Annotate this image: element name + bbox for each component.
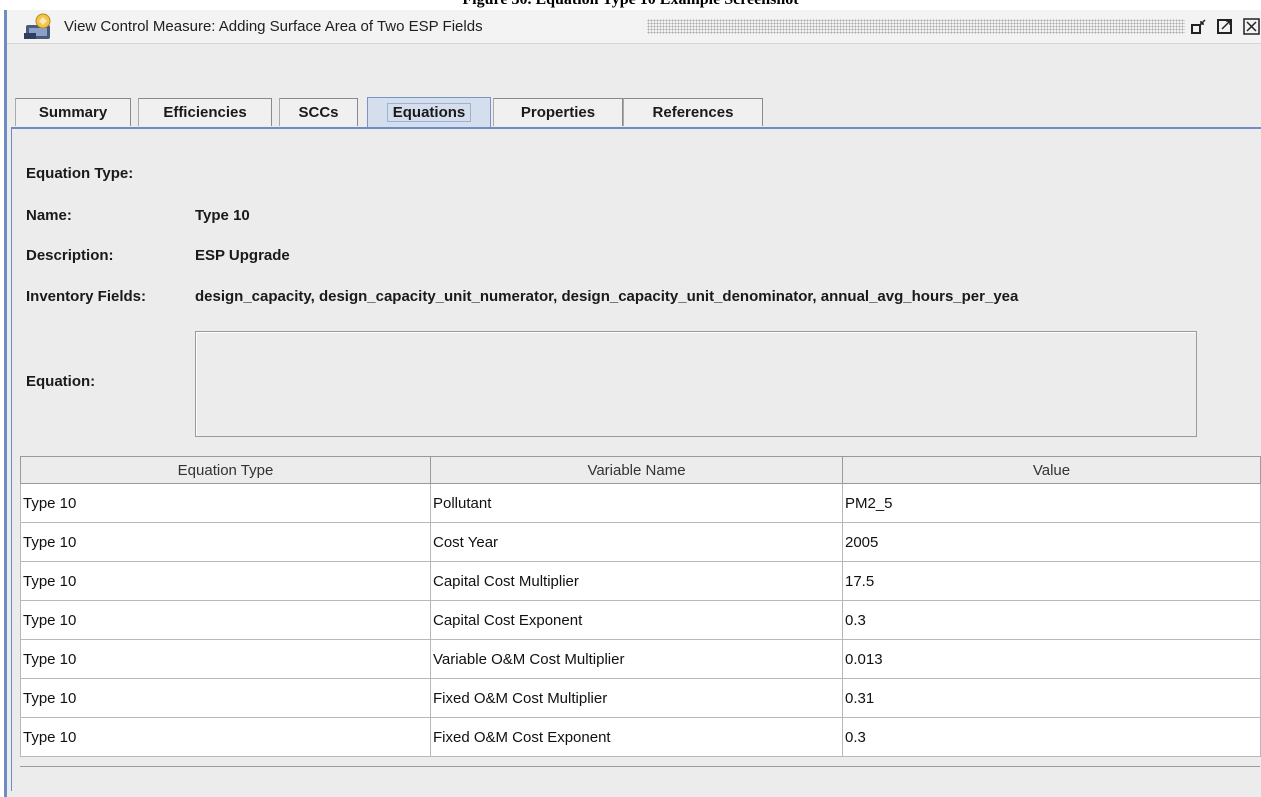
tab-efficiencies[interactable]: Efficiencies [138,98,272,126]
table-header-row: Equation Type Variable Name Value [20,456,1261,484]
title-bar-texture [647,19,1185,34]
description-label: Description: [26,247,114,264]
minimize-icon[interactable] [1190,17,1208,35]
cell-equation-type[interactable]: Type 10 [20,600,431,640]
cell-equation-type[interactable]: Type 10 [20,561,431,601]
cell-variable-name[interactable]: Pollutant [430,483,843,523]
control-measure-window: View Control Measure: Adding Surface Are… [4,10,1261,797]
tab-equations[interactable]: Equations [367,97,491,128]
cell-equation-type[interactable]: Type 10 [20,522,431,562]
column-header-value[interactable]: Value [842,456,1261,484]
table-row[interactable]: Type 10 Capital Cost Exponent 0.3 [20,600,1261,640]
equation-variables-table: Equation Type Variable Name Value Type 1… [20,456,1261,757]
close-icon[interactable] [1243,17,1261,35]
tab-strip: Summary Efficiencies SCCs Equations Prop… [7,97,1261,128]
equation-text-area[interactable] [195,331,1197,437]
figure-caption: Figure 30. Equation Type 10 Example Scre… [0,0,1261,9]
cell-value[interactable]: 17.5 [842,561,1261,601]
equation-label: Equation: [26,373,96,390]
tab-sccs[interactable]: SCCs [279,98,358,126]
tab-label: Equations [386,103,472,122]
cell-variable-name[interactable]: Fixed O&M Cost Multiplier [430,678,843,718]
cell-equation-type[interactable]: Type 10 [20,483,431,523]
cell-variable-name[interactable]: Capital Cost Multiplier [430,561,843,601]
table-row[interactable]: Type 10 Pollutant PM2_5 [20,483,1261,523]
cell-value[interactable]: 0.31 [842,678,1261,718]
tab-label: SCCs [298,104,339,121]
tab-summary[interactable]: Summary [15,98,131,126]
tab-label: References [652,104,734,121]
tab-properties[interactable]: Properties [493,98,623,126]
tab-label: Efficiencies [163,104,247,121]
description-value: ESP Upgrade [195,247,290,264]
control-measure-app-icon [24,13,51,39]
cell-variable-name[interactable]: Variable O&M Cost Multiplier [430,639,843,679]
cell-variable-name[interactable]: Capital Cost Exponent [430,600,843,640]
tab-label: Properties [520,104,596,121]
cell-value[interactable]: 2005 [842,522,1261,562]
name-value: Type 10 [195,207,250,224]
inventory-fields-label: Inventory Fields: [26,288,147,305]
cell-value[interactable]: 0.013 [842,639,1261,679]
equations-panel: Equation Type: Name: Type 10 Description… [11,127,1261,791]
cell-value[interactable]: 0.3 [842,600,1261,640]
tab-references[interactable]: References [623,98,763,126]
column-header-variable-name[interactable]: Variable Name [430,456,843,484]
cell-value[interactable]: 0.3 [842,717,1261,757]
cell-equation-type[interactable]: Type 10 [20,717,431,757]
maximize-icon[interactable] [1216,17,1234,35]
title-bar[interactable]: View Control Measure: Adding Surface Are… [7,10,1261,44]
cell-value[interactable]: PM2_5 [842,483,1261,523]
tab-label: Summary [38,104,108,121]
column-header-equation-type[interactable]: Equation Type [20,456,431,484]
cell-variable-name[interactable]: Cost Year [430,522,843,562]
table-row[interactable]: Type 10 Cost Year 2005 [20,522,1261,562]
equation-type-label: Equation Type: [26,165,134,182]
inventory-fields-value: design_capacity, design_capacity_unit_nu… [195,288,1019,305]
window-title: View Control Measure: Adding Surface Are… [64,18,483,35]
cell-equation-type[interactable]: Type 10 [20,639,431,679]
table-row[interactable]: Type 10 Fixed O&M Cost Multiplier 0.31 [20,678,1261,718]
table-row[interactable]: Type 10 Variable O&M Cost Multiplier 0.0… [20,639,1261,679]
name-label: Name: [26,207,72,224]
table-row[interactable]: Type 10 Capital Cost Multiplier 17.5 [20,561,1261,601]
table-row[interactable]: Type 10 Fixed O&M Cost Exponent 0.3 [20,717,1261,757]
cell-variable-name[interactable]: Fixed O&M Cost Exponent [430,717,843,757]
cell-equation-type[interactable]: Type 10 [20,678,431,718]
table-bottom-border [20,766,1260,767]
